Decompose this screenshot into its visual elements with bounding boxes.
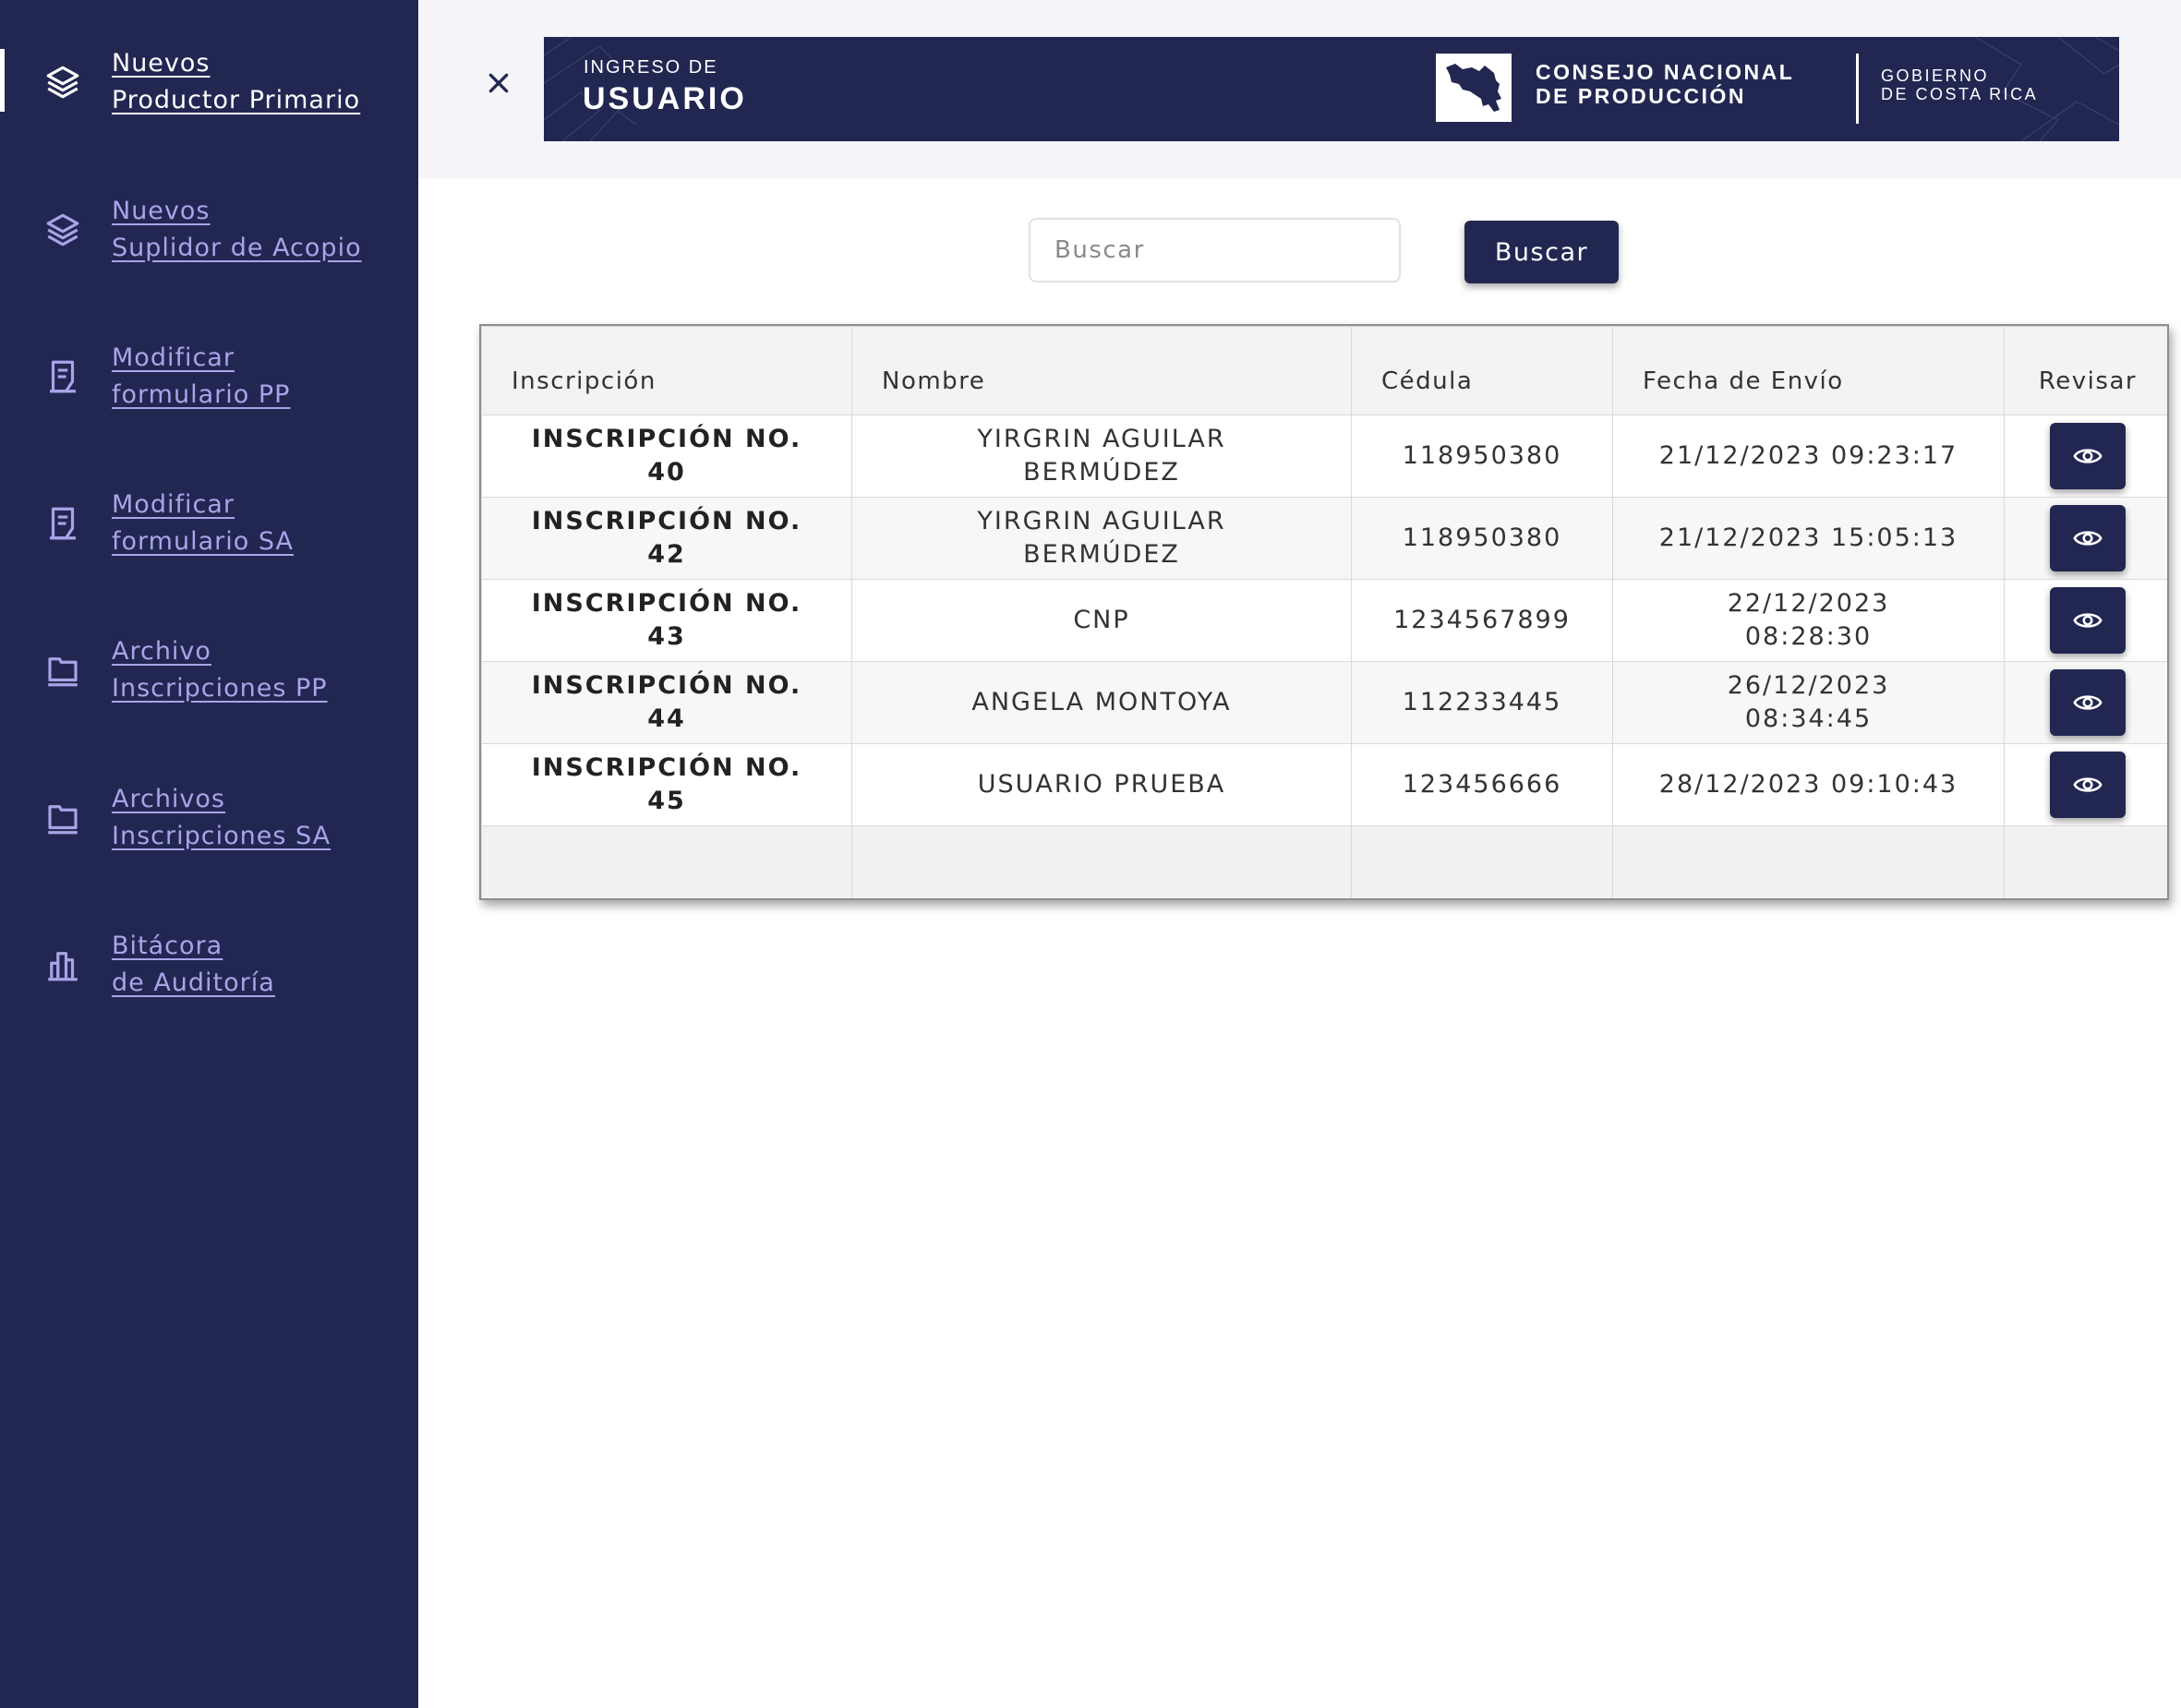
eye-icon: [2073, 777, 2103, 792]
sidebar-item-archivos-inscripciones-sa[interactable]: Archivos Inscripciones SA: [0, 763, 418, 873]
column-header-cedula[interactable]: Cédula: [1351, 326, 1613, 415]
cell-fecha: 21/12/2023 15:05:13: [1612, 497, 2005, 580]
cell-inscripcion: INSCRIPCIÓN NO. 40: [481, 415, 852, 498]
sidebar-item-label: Archivos Inscripciones SA: [112, 785, 331, 850]
cell-fecha: 28/12/2023 09:10:43: [1612, 743, 2005, 826]
search-button[interactable]: Buscar: [1464, 221, 1619, 283]
column-header-inscripcion[interactable]: Inscripción: [481, 326, 852, 415]
eye-icon: [2073, 613, 2103, 628]
view-button[interactable]: [2050, 669, 2126, 736]
cell-cedula: 118950380: [1351, 415, 1613, 498]
view-button[interactable]: [2050, 752, 2126, 818]
view-button[interactable]: [2050, 587, 2126, 654]
column-header-fecha-envio[interactable]: Fecha de Envío: [1612, 326, 2005, 415]
sidebar-item-label: Nuevos Suplidor de Acopio: [112, 197, 362, 262]
cell-cedula: 112233445: [1351, 661, 1613, 744]
sidebar-item-nuevos-productor-primario[interactable]: Nuevos Productor Primario: [0, 27, 418, 138]
cell-fecha: 26/12/2023 08:34:45: [1612, 661, 2005, 744]
folder-icon: [42, 798, 83, 838]
cell-inscripcion: INSCRIPCIÓN NO. 42: [481, 497, 852, 580]
sidebar-item-modificar-formulario-pp[interactable]: Modificar formulario PP: [0, 321, 418, 432]
table-row: INSCRIPCIÓN NO. 45 USUARIO PRUEBA 1234566…: [481, 743, 2167, 826]
cell-nombre: USUARIO PRUEBA: [851, 743, 1352, 826]
cell-fecha: 21/12/2023 09:23:17: [1612, 415, 2005, 498]
sidebar-item-label: Archivo Inscripciones PP: [112, 637, 328, 703]
sidebar-item-label: Modificar formulario SA: [112, 490, 294, 556]
cell-inscripcion: INSCRIPCIÓN NO. 43: [481, 579, 852, 662]
eye-icon: [2073, 449, 2103, 463]
empty-cell: [1612, 825, 2005, 898]
cell-nombre: CNP: [851, 579, 1352, 662]
table-row: INSCRIPCIÓN NO. 42 YIRGRIN AGUILAR BERMÚDE…: [481, 497, 2167, 580]
document-icon: [42, 356, 83, 397]
cell-nombre: ANGELA MONTOYA: [851, 661, 1352, 744]
layers-icon: [42, 210, 83, 250]
column-header-revisar[interactable]: Revisar: [2004, 326, 2167, 415]
cell-cedula: 118950380: [1351, 497, 1613, 580]
cell-cedula: 123456666: [1351, 743, 1613, 826]
search-input[interactable]: [1029, 218, 1401, 283]
sidebar-item-nuevos-suplidor-acopio[interactable]: Nuevos Suplidor de Acopio: [0, 174, 418, 285]
empty-cell: [2004, 825, 2167, 898]
inscriptions-table: Inscripción Nombre Cédula Fecha de Envío…: [479, 324, 2169, 900]
table-row: INSCRIPCIÓN NO. 44 ANGELA MONTOYA 1122334…: [481, 661, 2167, 744]
folder-icon: [42, 650, 83, 691]
eye-icon: [2073, 531, 2103, 546]
cell-inscripcion: INSCRIPCIÓN NO. 45: [481, 743, 852, 826]
cell-nombre: YIRGRIN AGUILAR BERMÚDEZ: [851, 497, 1352, 580]
cell-revisar: [2004, 497, 2167, 580]
cell-revisar: [2004, 743, 2167, 826]
empty-cell: [481, 825, 852, 898]
empty-cell: [1351, 825, 1613, 898]
banner-subtitle: INGRESO DE: [584, 57, 718, 78]
cell-revisar: [2004, 415, 2167, 498]
table-row: INSCRIPCIÓN NO. 40 YIRGRIN AGUILAR BERMÚDE…: [481, 415, 2167, 498]
cell-revisar: [2004, 661, 2167, 744]
sidebar-item-bitacora-auditoria[interactable]: Bitácora de Auditoría: [0, 909, 418, 1020]
banner-divider: [1856, 54, 1859, 124]
cell-revisar: [2004, 579, 2167, 662]
view-button[interactable]: [2050, 505, 2126, 571]
banner-title: USUARIO: [583, 81, 747, 116]
banner: INGRESO DE USUARIO CONSEJO NACIONAL DE P…: [544, 37, 2119, 141]
table-empty-row: [481, 825, 2167, 898]
sidebar-item-label: Modificar formulario PP: [112, 343, 291, 409]
sidebar-item-label: Nuevos Productor Primario: [112, 49, 361, 114]
sidebar: Nuevos Productor Primario Nuevos Suplido…: [0, 0, 418, 1708]
eye-icon: [2073, 695, 2103, 710]
view-button[interactable]: [2050, 423, 2126, 489]
column-header-nombre[interactable]: Nombre: [851, 326, 1352, 415]
table-row: INSCRIPCIÓN NO. 43 CNP 1234567899 22/12/2…: [481, 579, 2167, 662]
table-header-row: Inscripción Nombre Cédula Fecha de Envío…: [481, 326, 2167, 415]
cell-fecha: 22/12/2023 08:28:30: [1612, 579, 2005, 662]
close-icon[interactable]: [482, 65, 515, 102]
costa-rica-map-icon: [1436, 54, 1512, 122]
layers-icon: [42, 62, 83, 102]
sidebar-item-label: Bitácora de Auditoría: [112, 932, 275, 997]
cell-cedula: 1234567899: [1351, 579, 1613, 662]
empty-cell: [851, 825, 1352, 898]
bar-chart-icon: [42, 944, 83, 985]
cell-inscripcion: INSCRIPCIÓN NO. 44: [481, 661, 852, 744]
sidebar-item-archivo-inscripciones-pp[interactable]: Archivo Inscripciones PP: [0, 615, 418, 726]
organization-name: CONSEJO NACIONAL DE PRODUCCIÓN: [1536, 60, 1795, 108]
government-name: GOBIERNO DE COSTA RICA: [1881, 66, 2039, 103]
document-icon: [42, 503, 83, 544]
cell-nombre: YIRGRIN AGUILAR BERMÚDEZ: [851, 415, 1352, 498]
sidebar-item-modificar-formulario-sa[interactable]: Modificar formulario SA: [0, 468, 418, 579]
